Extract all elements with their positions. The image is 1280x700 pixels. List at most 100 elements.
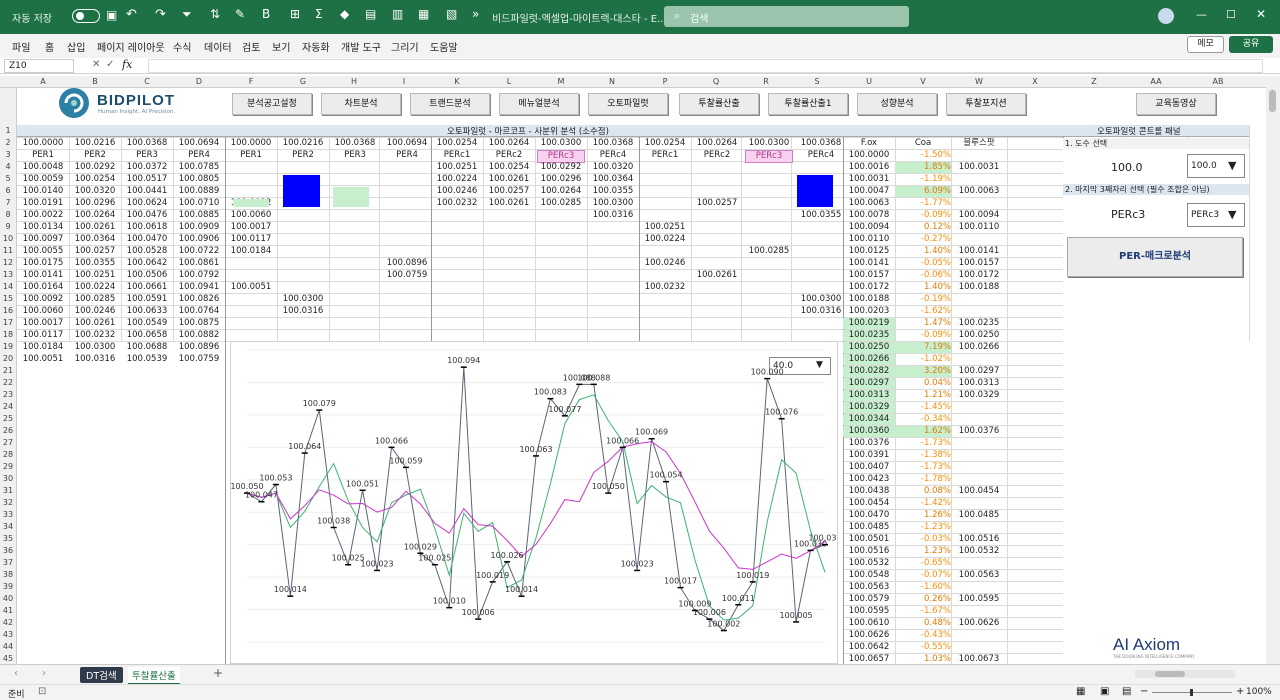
table-cell[interactable]: 1.62%: [895, 426, 951, 437]
btn-trend-analysis[interactable]: 트랜드분석: [410, 93, 490, 115]
fx-icon[interactable]: fx: [122, 58, 132, 71]
table-cell[interactable]: 100.0134: [17, 222, 69, 233]
accessibility-icon[interactable]: ⊡: [38, 686, 46, 697]
table-cell[interactable]: -0.65%: [895, 558, 951, 569]
row-header[interactable]: 30: [0, 474, 16, 483]
table-cell[interactable]: 100.0909: [173, 222, 225, 233]
row-header[interactable]: 35: [0, 534, 16, 543]
row-header[interactable]: 24: [0, 402, 16, 411]
label-cell[interactable]: PER4: [173, 150, 225, 161]
table-cell[interactable]: 100.0261: [69, 222, 121, 233]
table-cell[interactable]: 100.0610: [843, 618, 895, 629]
table-cell[interactable]: 100.0360: [843, 426, 895, 437]
label-cell[interactable]: PER1: [17, 150, 69, 161]
label-cell[interactable]: PER2: [277, 150, 329, 161]
table-cell[interactable]: 100.0188: [843, 294, 895, 305]
zoom-out-icon[interactable]: −: [1140, 686, 1148, 697]
label-cell[interactable]: PERc4: [795, 150, 847, 161]
table-cell[interactable]: 100.0141: [951, 246, 1007, 257]
step1-select[interactable]: 100.0 ▼: [1187, 154, 1245, 178]
next-sheet-icon[interactable]: ›: [42, 668, 46, 679]
table-cell[interactable]: -1.73%: [895, 438, 951, 449]
row-header[interactable]: 40: [0, 594, 16, 603]
table-cell[interactable]: -0.43%: [895, 630, 951, 641]
per-macro-button[interactable]: PER-매크로분석: [1067, 237, 1243, 277]
table-cell[interactable]: 100.0501: [843, 534, 895, 545]
table-cell[interactable]: 100.0292: [535, 162, 587, 173]
label-cell[interactable]: PERc4: [587, 150, 639, 161]
table-cell[interactable]: 100.0022: [17, 210, 69, 221]
scroll-thumb[interactable]: [1269, 90, 1276, 112]
header-cell[interactable]: 100.0368: [795, 138, 847, 149]
menu-formulas[interactable]: 수식: [173, 39, 191, 54]
table-cell[interactable]: 0.26%: [895, 594, 951, 605]
table-cell[interactable]: 6.09%: [895, 186, 951, 197]
table-cell[interactable]: 100.0266: [951, 342, 1007, 353]
row-header[interactable]: 21: [0, 366, 16, 375]
table-cell[interactable]: 100.0896: [381, 258, 433, 269]
table-cell[interactable]: -0.55%: [895, 642, 951, 653]
table-cell[interactable]: 100.0563: [843, 582, 895, 593]
table-cell[interactable]: 100.0296: [535, 174, 587, 185]
table-cell[interactable]: 100.0257: [691, 198, 743, 209]
table-cell[interactable]: 100.0232: [69, 330, 121, 341]
table-cell[interactable]: 100.0595: [843, 606, 895, 617]
table-cell[interactable]: 100.0094: [843, 222, 895, 233]
save-icon[interactable]: ▣: [106, 8, 117, 22]
btn-autopilot[interactable]: 오토파일럿: [588, 93, 668, 115]
table-cell[interactable]: 100.0060: [225, 210, 277, 221]
btn-education-video[interactable]: 교육동영상: [1136, 93, 1216, 115]
table-cell[interactable]: 100.0261: [691, 270, 743, 281]
menu-page-layout[interactable]: 페이지 레이아웃: [97, 39, 165, 54]
table-cell[interactable]: -1.78%: [895, 474, 951, 485]
table-cell[interactable]: 100.0595: [951, 594, 1007, 605]
row-header[interactable]: 5: [0, 174, 16, 183]
name-box[interactable]: Z10: [4, 59, 74, 73]
header-cell[interactable]: 100.0694: [381, 138, 433, 149]
table-cell[interactable]: 100.0454: [951, 486, 1007, 497]
column-header[interactable]: F: [225, 77, 277, 86]
column-header[interactable]: V: [895, 77, 951, 86]
table-cell[interactable]: 100.0017: [17, 318, 69, 329]
table-cell[interactable]: 100.0164: [17, 282, 69, 293]
cancel-icon[interactable]: ✕: [92, 59, 100, 70]
table-cell[interactable]: 100.0329: [843, 402, 895, 413]
table-cell[interactable]: 100.0906: [173, 234, 225, 245]
table-cell[interactable]: -1.60%: [895, 582, 951, 593]
row-header[interactable]: 11: [0, 246, 16, 255]
table-cell[interactable]: 100.0203: [843, 306, 895, 317]
zoom-slider[interactable]: [1152, 689, 1232, 696]
row-header[interactable]: 41: [0, 606, 16, 615]
row-header[interactable]: 13: [0, 270, 16, 279]
table-cell[interactable]: 100.0506: [121, 270, 173, 281]
step2-select[interactable]: PERc3 ▼: [1187, 203, 1245, 227]
normal-view-icon[interactable]: ▦: [1076, 686, 1085, 697]
header-cell[interactable]: 블루스팟: [951, 138, 1007, 149]
table-cell[interactable]: 100.0078: [843, 210, 895, 221]
vertical-scrollbar[interactable]: [1266, 76, 1280, 664]
table-cell[interactable]: 100.0882: [173, 330, 225, 341]
btn-manual-analysis[interactable]: 메뉴얼분석: [499, 93, 579, 115]
table-cell[interactable]: 100.0548: [843, 570, 895, 581]
column-header[interactable]: U: [843, 77, 895, 86]
table-cell[interactable]: 100.0261: [483, 198, 535, 209]
table-cell[interactable]: 100.0157: [951, 258, 1007, 269]
header-cell[interactable]: 100.0694: [173, 138, 225, 149]
menu-data[interactable]: 데이터: [204, 39, 232, 54]
table-cell[interactable]: -0.27%: [895, 234, 951, 245]
table-cell[interactable]: 100.0157: [843, 270, 895, 281]
table-cell[interactable]: 100.0539: [121, 354, 173, 365]
table-cell[interactable]: 100.0264: [535, 186, 587, 197]
column-header[interactable]: I: [379, 77, 429, 86]
column-header[interactable]: B: [69, 77, 121, 86]
header-cell[interactable]: 100.0254: [431, 138, 483, 149]
header-cell[interactable]: 100.0368: [329, 138, 381, 149]
search-box[interactable]: ⌕ 검색: [664, 6, 909, 27]
formula-input[interactable]: [148, 59, 1263, 73]
table-cell[interactable]: 100.0764: [173, 306, 225, 317]
menu-insert[interactable]: 삽입: [67, 39, 85, 54]
table-cell[interactable]: 1.40%: [895, 282, 951, 293]
row-header[interactable]: 17: [0, 318, 16, 327]
table-cell[interactable]: 0.48%: [895, 618, 951, 629]
table-cell[interactable]: 100.0549: [121, 318, 173, 329]
